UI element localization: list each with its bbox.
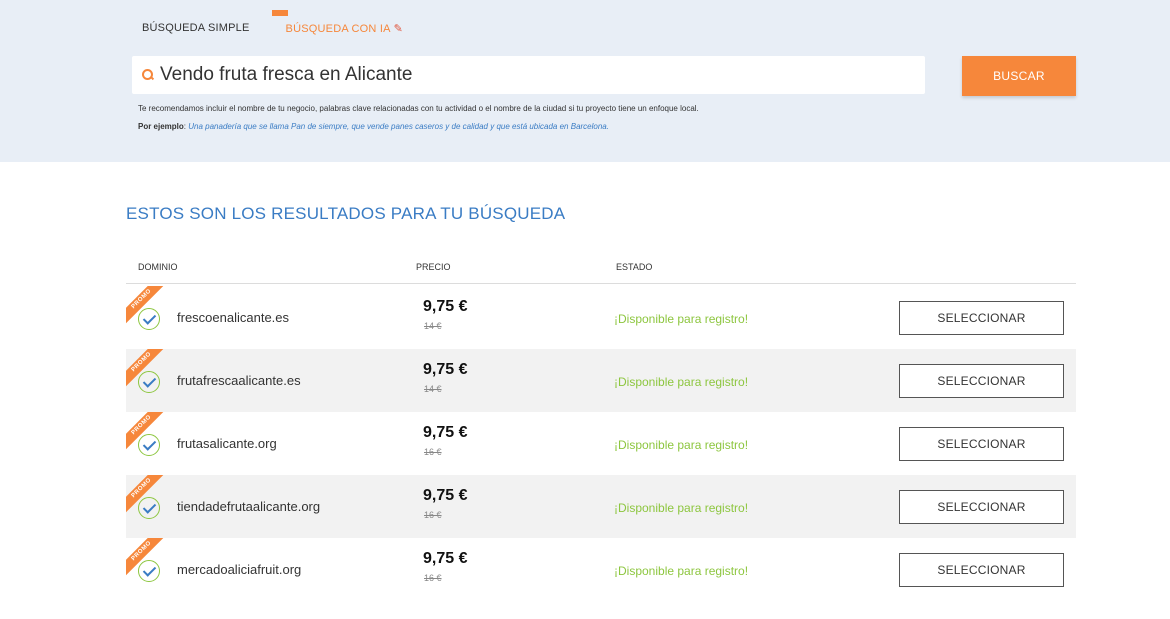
price: 9,75 € (423, 487, 468, 504)
header-state: ESTADO (616, 262, 653, 272)
domain-name: frutafrescaalicante.es (177, 373, 301, 388)
availability-status: ¡Disponible para registro! (614, 501, 749, 515)
domain-name: mercadoaliciafruit.org (177, 562, 302, 577)
price: 9,75 € (423, 298, 468, 315)
table-row: PROMO tiendadefrutaalicante.org 9,75 € 1… (126, 475, 1076, 538)
search-example: Por ejemplo: Una panadería que se llama … (138, 122, 609, 131)
old-price: 14 € (424, 384, 442, 394)
select-button[interactable]: SELECCIONAR (899, 427, 1064, 461)
tab-ai-search[interactable]: BÚSQUEDA CON IA ✎ (271, 10, 404, 35)
availability-status: ¡Disponible para registro! (614, 564, 749, 578)
header-price: PRECIO (416, 262, 451, 272)
search-hint: Te recomendamos incluir el nombre de tu … (138, 104, 699, 113)
magic-wand-icon: ✎ (393, 23, 404, 35)
results-title: ESTOS SON LOS RESULTADOS PARA TU BÚSQUED… (126, 204, 566, 223)
select-button[interactable]: SELECCIONAR (899, 364, 1064, 398)
active-tab-marker (271, 10, 288, 16)
search-field[interactable] (132, 56, 925, 94)
availability-status: ¡Disponible para registro! (614, 375, 749, 389)
example-text: Una panadería que se llama Pan de siempr… (188, 122, 609, 131)
check-icon (138, 497, 160, 519)
check-icon (138, 308, 160, 330)
search-button[interactable]: BUSCAR (962, 56, 1076, 96)
select-button[interactable]: SELECCIONAR (899, 490, 1064, 524)
header-domain: DOMINIO (138, 262, 178, 272)
table-row: PROMO mercadoaliciafruit.org 9,75 € 16 €… (126, 538, 1076, 601)
check-icon (138, 434, 160, 456)
table-row: PROMO frescoenalicante.es 9,75 € 14 € ¡D… (126, 286, 1076, 349)
search-icon (142, 69, 154, 81)
check-icon (138, 371, 160, 393)
tab-simple-search[interactable]: BÚSQUEDA SIMPLE (142, 22, 250, 35)
old-price: 14 € (424, 321, 442, 331)
domain-name: frutasalicante.org (177, 436, 277, 451)
old-price: 16 € (424, 573, 442, 583)
select-button[interactable]: SELECCIONAR (899, 553, 1064, 587)
price: 9,75 € (423, 361, 468, 378)
price: 9,75 € (423, 550, 468, 567)
old-price: 16 € (424, 447, 442, 457)
example-label: Por ejemplo (138, 122, 184, 131)
table-row: PROMO frutafrescaalicante.es 9,75 € 14 €… (126, 349, 1076, 412)
search-panel: BÚSQUEDA SIMPLE BÚSQUEDA CON IA✎ BUSCAR … (0, 0, 1170, 162)
price: 9,75 € (423, 424, 468, 441)
results-table-header: DOMINIO PRECIO ESTADO (126, 262, 1076, 284)
search-input[interactable] (160, 64, 900, 86)
domain-name: frescoenalicante.es (177, 310, 290, 325)
select-button[interactable]: SELECCIONAR (899, 301, 1064, 335)
old-price: 16 € (424, 510, 442, 520)
availability-status: ¡Disponible para registro! (614, 438, 749, 452)
availability-status: ¡Disponible para registro! (614, 312, 749, 326)
search-tabs: BÚSQUEDA SIMPLE BÚSQUEDA CON IA ✎ (142, 10, 404, 35)
tab-ai-search-label: BÚSQUEDA CON IA (285, 23, 391, 35)
domain-name: tiendadefrutaalicante.org (177, 499, 321, 514)
table-row: PROMO frutasalicante.org 9,75 € 16 € ¡Di… (126, 412, 1076, 475)
check-icon (138, 560, 160, 582)
